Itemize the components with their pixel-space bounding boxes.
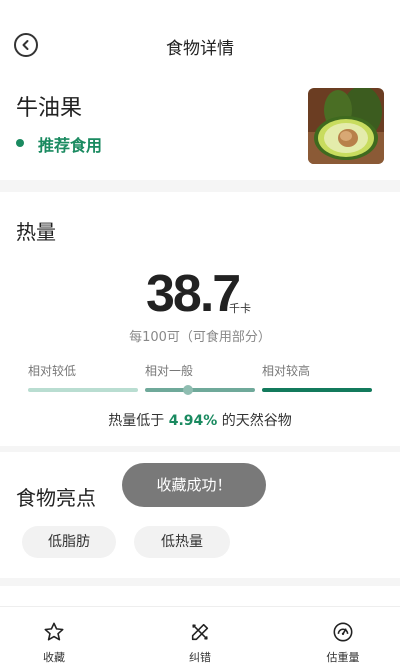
energy-value: 38.7 xyxy=(146,265,241,323)
bottom-tabbar: 收藏 纠错 估重量 xyxy=(0,606,400,666)
energy-title: 热量 xyxy=(16,220,56,244)
highlights-title: 食物亮点 xyxy=(16,486,96,510)
energy-unit: 千卡 xyxy=(229,302,251,315)
level-bar-mid xyxy=(145,388,255,392)
energy-section: 热量 38.7 千卡 每100可（可食用部分） 相对较低 相对一般 相对较高 热… xyxy=(0,192,400,446)
tab-estimate-weight[interactable]: 估重量 xyxy=(303,607,383,666)
level-high-label: 相对较高 xyxy=(262,364,311,378)
energy-comparison: 热量低于 4.94% 的天然谷物 xyxy=(0,410,400,430)
tab-correct-label: 纠错 xyxy=(189,651,211,664)
food-card: 牛油果 推荐食用 xyxy=(0,84,400,180)
food-image xyxy=(308,88,384,164)
energy-per-unit: 每100可（可食用部分） xyxy=(129,330,271,345)
compare-value: 4.94% xyxy=(168,413,218,429)
recommend-label: 推荐食用 xyxy=(38,136,103,155)
star-icon xyxy=(44,622,64,641)
tab-favorite[interactable]: 收藏 xyxy=(14,607,94,666)
food-name: 牛油果 xyxy=(16,96,83,121)
level-indicator xyxy=(183,385,193,395)
tab-favorite-label: 收藏 xyxy=(43,651,65,664)
highlight-tag: 低热量 xyxy=(134,526,230,558)
level-low-label: 相对较低 xyxy=(28,364,77,378)
pencil-ruler-icon xyxy=(191,623,209,641)
compare-prefix: 热量低于 xyxy=(108,413,165,429)
recommend-dot xyxy=(16,139,24,147)
tab-estimate-label: 估重量 xyxy=(326,651,360,664)
highlight-tag: 低脂肪 xyxy=(22,526,116,558)
compare-suffix: 的天然谷物 xyxy=(221,413,292,429)
tab-correct[interactable]: 纠错 xyxy=(160,607,240,666)
level-bar-low xyxy=(28,388,138,392)
toast-message: 收藏成功！ xyxy=(122,463,266,507)
page-title: 食物详情 xyxy=(166,39,234,59)
level-bar-high xyxy=(262,388,372,392)
level-mid-label: 相对一般 xyxy=(145,364,194,378)
gauge-icon xyxy=(333,622,353,642)
header: 食物详情 xyxy=(0,0,400,84)
